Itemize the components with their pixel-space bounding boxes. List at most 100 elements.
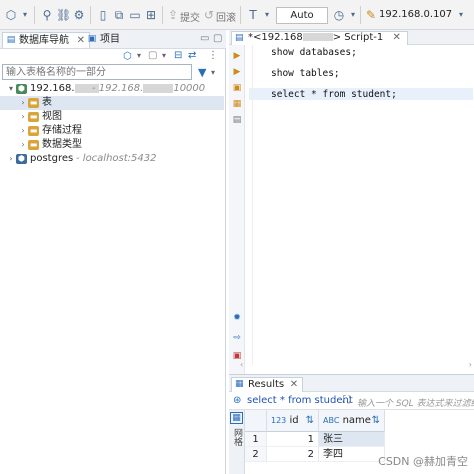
- new-connection-icon[interactable]: ⬡: [4, 8, 18, 22]
- redacted-text: [143, 83, 174, 93]
- collapsed-arrow-icon[interactable]: ›: [18, 96, 28, 110]
- tree-item-mysql-connection[interactable]: ▾ ⬢ 192.168. - 192.168. 10000: [0, 82, 224, 96]
- dropdown-arrow-icon[interactable]: ▾: [137, 51, 141, 60]
- database-icon: ▤: [6, 35, 16, 45]
- results-tab-bar: ▦ Results ✕: [229, 375, 474, 392]
- folder-icon: ▬: [28, 126, 39, 136]
- scroll-right-icon[interactable]: ›: [469, 360, 472, 369]
- commit-icon[interactable]: ⇪: [166, 8, 180, 22]
- sql-editor-icon[interactable]: ▯: [96, 8, 110, 22]
- sql-query-icon: ⊛: [233, 395, 242, 406]
- execute-script-icon[interactable]: ▣: [232, 83, 242, 93]
- dropdown-arrow-icon[interactable]: ▾: [162, 51, 166, 60]
- collapsed-arrow-icon[interactable]: ›: [18, 138, 28, 152]
- sort-filter-icon[interactable]: ⇅: [306, 410, 314, 432]
- tree-item-views[interactable]: › ▬ 视图: [0, 110, 224, 124]
- collapse-all-icon[interactable]: ⊟: [174, 50, 182, 61]
- new-connection-icon[interactable]: ⬡: [123, 51, 132, 62]
- commit-button[interactable]: 提交: [180, 9, 200, 24]
- tree-item-data-types[interactable]: › ▬ 数据类型: [0, 138, 224, 152]
- code-line-2: show tables;: [271, 68, 340, 79]
- filter-icon[interactable]: ▼: [198, 66, 206, 79]
- cell-name[interactable]: 张三: [319, 432, 385, 447]
- view-menu-icon[interactable]: ⋮: [208, 50, 218, 61]
- collapsed-arrow-icon[interactable]: ›: [18, 110, 28, 124]
- grid-view-label[interactable]: 网格: [231, 428, 244, 446]
- cell-id[interactable]: 1: [267, 432, 319, 447]
- column-header-name[interactable]: ABC name ⇅: [319, 410, 385, 432]
- minimize-icon[interactable]: ▭: [200, 33, 209, 44]
- execute-statement-icon[interactable]: ▶: [232, 51, 242, 61]
- watermark: CSDN @赫加青空: [378, 455, 468, 468]
- tree-item-label: 视图: [42, 111, 62, 122]
- sql-file-icon: ▤: [235, 33, 244, 43]
- executed-query: select * from student: [247, 395, 353, 406]
- dropdown-arrow-icon[interactable]: ▾: [260, 8, 274, 22]
- transaction-mode-icon[interactable]: T: [246, 8, 260, 22]
- connection-detail: - 192.168.: [92, 83, 144, 94]
- expand-filter-icon[interactable]: ⛶: [343, 395, 350, 406]
- project-icon: ▣: [87, 34, 97, 44]
- grid-icon: ▦: [235, 379, 244, 389]
- scroll-left-icon[interactable]: ‹: [240, 360, 243, 369]
- dropdown-arrow-icon[interactable]: ▾: [18, 8, 32, 22]
- row-number[interactable]: 2: [245, 447, 267, 462]
- postgres-connection-icon: ⬢: [16, 154, 27, 164]
- folder-icon: ▬: [28, 112, 39, 122]
- close-icon[interactable]: ✕: [290, 378, 298, 391]
- editor-action-gutter: ▶ ▶ ▣ ▦ ▤ ✹ ⇨ ▣: [229, 45, 245, 374]
- dropdown-arrow-icon[interactable]: ▾: [211, 68, 215, 77]
- rollback-button[interactable]: 回滚: [216, 9, 236, 24]
- open-script-icon[interactable]: ▭: [128, 8, 142, 22]
- tree-item-tables[interactable]: › ▬ 表: [0, 96, 224, 110]
- editor-tab-bar: ▤ *<192.168 > Script-1 ✕: [229, 30, 474, 45]
- filter-input[interactable]: 输入一个 SQL 表达式来过滤结果: [357, 396, 474, 409]
- folder-icon: ▬: [28, 98, 39, 108]
- tab-projects[interactable]: ▣ 项目: [84, 32, 120, 48]
- tree-item-postgres-connection[interactable]: › ⬢ postgres - localhost:5432: [0, 152, 224, 166]
- expanded-arrow-icon[interactable]: ▾: [6, 82, 16, 96]
- results-filter-bar: ⊛ select * from student ⛶ 输入一个 SQL 表达式来过…: [229, 393, 474, 410]
- connect-icon[interactable]: ⚲: [40, 8, 54, 22]
- dropdown-arrow-icon[interactable]: ▾: [454, 8, 468, 22]
- new-script-icon[interactable]: ⧉: [112, 8, 126, 22]
- settings-icon[interactable]: ✹: [232, 313, 242, 323]
- toolbar-separator: [240, 6, 241, 24]
- column-name: id: [289, 415, 299, 426]
- disconnect-icon[interactable]: ⛓: [56, 8, 71, 22]
- collapsed-arrow-icon[interactable]: ›: [18, 124, 28, 138]
- collapsed-arrow-icon[interactable]: ›: [6, 152, 16, 166]
- close-icon[interactable]: ✕: [392, 32, 400, 43]
- link-editor-icon[interactable]: ⇄: [188, 50, 196, 61]
- sort-filter-icon[interactable]: ⇅: [372, 410, 380, 432]
- invalidate-icon[interactable]: ⚙: [72, 8, 86, 22]
- tab-database-navigator[interactable]: ▤ 数据库导航 ✕: [2, 32, 90, 48]
- export-icon[interactable]: ⇨: [232, 333, 242, 343]
- cell-name[interactable]: 李四: [319, 447, 385, 462]
- table-search-input[interactable]: [2, 64, 192, 80]
- cell-id[interactable]: 2: [267, 447, 319, 462]
- execute-in-new-tab-icon[interactable]: ▶: [232, 67, 242, 77]
- tree-item-procedures[interactable]: › ▬ 存储过程: [0, 124, 224, 138]
- dropdown-arrow-icon[interactable]: ▾: [346, 8, 360, 22]
- clock-icon[interactable]: ◷: [332, 8, 346, 22]
- recent-script-icon[interactable]: ⊞: [144, 8, 158, 22]
- sql-code-area[interactable]: show databases; show tables; select * fr…: [249, 45, 473, 365]
- transaction-mode-select[interactable]: Auto: [276, 7, 328, 24]
- explain-plan-icon[interactable]: ▦: [232, 99, 242, 109]
- connection-detail-suffix: 10000: [173, 83, 206, 94]
- new-folder-icon[interactable]: ▢: [148, 50, 157, 61]
- active-connection-selector[interactable]: 192.168.0.107: [379, 9, 452, 20]
- maximize-icon[interactable]: ▢: [213, 33, 222, 44]
- tab-script-1[interactable]: ▤ *<192.168 > Script-1 ✕: [231, 31, 408, 45]
- tab-projects-label: 项目: [100, 34, 120, 45]
- rollback-icon[interactable]: ↺: [202, 8, 216, 22]
- column-header-id[interactable]: 123 id ⇅: [267, 410, 319, 432]
- load-plan-icon[interactable]: ▤: [232, 115, 242, 125]
- horizontal-scrollbar[interactable]: ‹ ›: [240, 360, 472, 370]
- redacted-text: [302, 33, 333, 41]
- row-number[interactable]: 1: [245, 432, 267, 447]
- grid-view-icon[interactable]: ▦: [230, 412, 243, 424]
- tab-results[interactable]: ▦ Results ✕: [231, 377, 304, 392]
- navigator-toolbar: ⬡ ▾ ▢ ▾ ⊟ ⇄ ⋮: [0, 49, 226, 63]
